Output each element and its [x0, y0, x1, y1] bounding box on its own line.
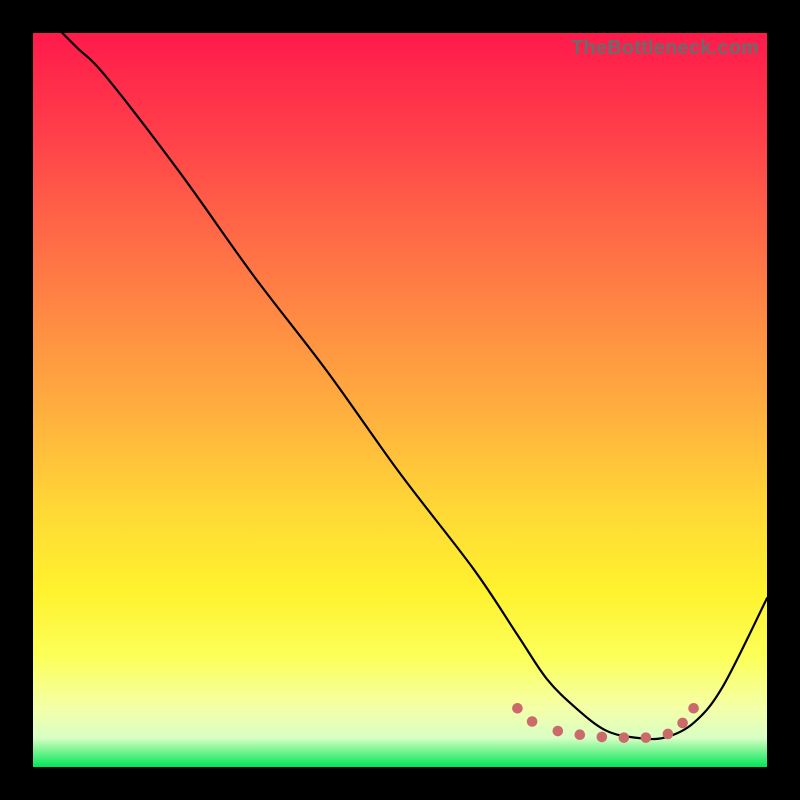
valley-marker-dot: [677, 718, 688, 729]
valley-marker-dot: [597, 732, 608, 743]
valley-marker-dot: [619, 732, 630, 743]
valley-marker-dot: [553, 726, 564, 737]
chart-svg: [33, 33, 767, 767]
chart-stage: TheBottleneck.com: [0, 0, 800, 800]
valley-markers: [512, 703, 699, 743]
valley-marker-dot: [512, 703, 523, 714]
valley-marker-dot: [663, 729, 674, 740]
valley-marker-dot: [688, 703, 699, 714]
chart-plot-area: TheBottleneck.com: [33, 33, 767, 767]
valley-marker-dot: [641, 732, 652, 743]
valley-marker-dot: [527, 716, 538, 727]
bottleneck-curve: [62, 33, 767, 739]
valley-marker-dot: [575, 729, 586, 740]
